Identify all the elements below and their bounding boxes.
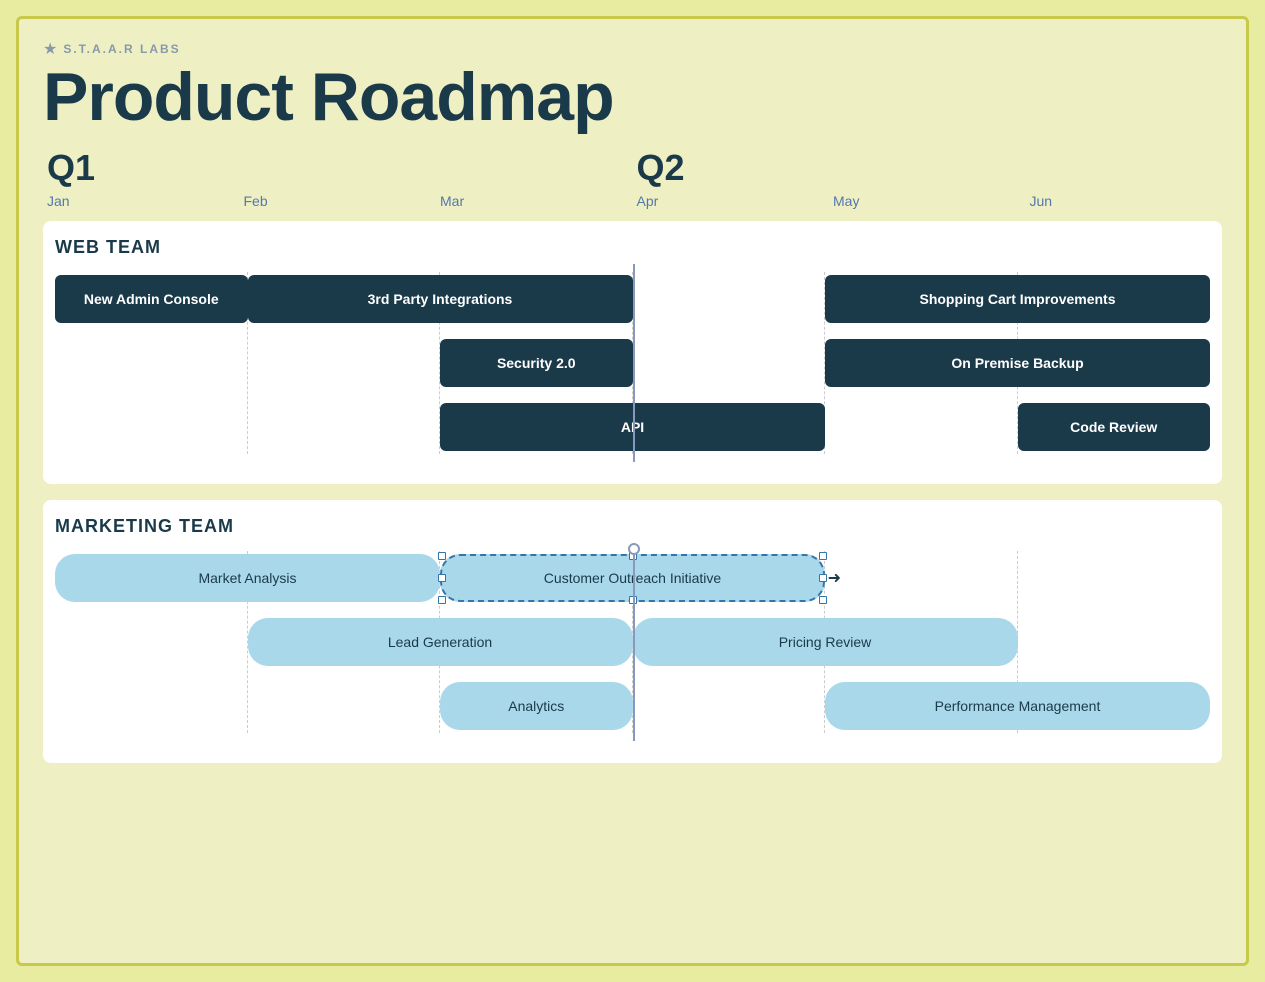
month-mar: Mar [436,193,633,209]
handle-mr [819,574,827,582]
handle-br [819,596,827,604]
page-title: Product Roadmap [43,63,1222,131]
quarter-q2: Q2 [633,147,1223,189]
brand-star-icon: ★ [43,39,57,59]
bar-new-admin-console[interactable]: New Admin Console [55,275,248,323]
bar-security-2[interactable]: Security 2.0 [440,339,633,387]
time-indicator-web [633,264,635,462]
handle-tr [819,552,827,560]
time-indicator-mkt [633,543,635,741]
marketing-team-title: MARKETING TEAM [55,516,1210,537]
bar-lead-generation[interactable]: Lead Generation [248,618,633,666]
handle-bl [438,596,446,604]
quarter-q1: Q1 [43,147,633,189]
month-may: May [829,193,1026,209]
month-apr: Apr [633,193,830,209]
marketing-team-section: MARKETING TEAM M [43,500,1222,763]
web-team-title: WEB TEAM [55,237,1210,258]
handle-tl [438,552,446,560]
header: ★ S.T.A.A.R LABS Product Roadmap [43,39,1222,131]
bar-on-premise-backup[interactable]: On Premise Backup [825,339,1210,387]
bar-analytics[interactable]: Analytics [440,682,633,730]
month-jun: Jun [1026,193,1223,209]
handle-ml [438,574,446,582]
month-row: Jan Feb Mar Apr May Jun [43,193,1222,209]
resize-arrow-icon: ➜ [828,568,841,588]
bar-pricing-review[interactable]: Pricing Review [633,618,1018,666]
brand-row: ★ S.T.A.A.R LABS [43,39,1222,59]
bar-3rd-party-integrations[interactable]: 3rd Party Integrations [248,275,633,323]
quarter-row: Q1 Q2 [43,147,1222,189]
month-jan: Jan [43,193,240,209]
marketing-team-grid: Market Analysis Customer Outreach Initia… [55,551,1210,733]
web-team-section: WEB TEAM New Admin Console [43,221,1222,484]
brand-name: S.T.A.A.R LABS [63,42,180,56]
bar-performance-management[interactable]: Performance Management [825,682,1210,730]
bar-shopping-cart-improvements[interactable]: Shopping Cart Improvements [825,275,1210,323]
bar-code-review[interactable]: Code Review [1018,403,1211,451]
month-feb: Feb [240,193,437,209]
time-indicator-circle [628,543,640,555]
timeline-area: Q1 Q2 Jan Feb Mar Apr May Jun WEB TEAM [43,147,1222,763]
web-team-grid: New Admin Console 3rd Party Integrations… [55,272,1210,454]
bar-market-analysis[interactable]: Market Analysis [55,554,440,602]
